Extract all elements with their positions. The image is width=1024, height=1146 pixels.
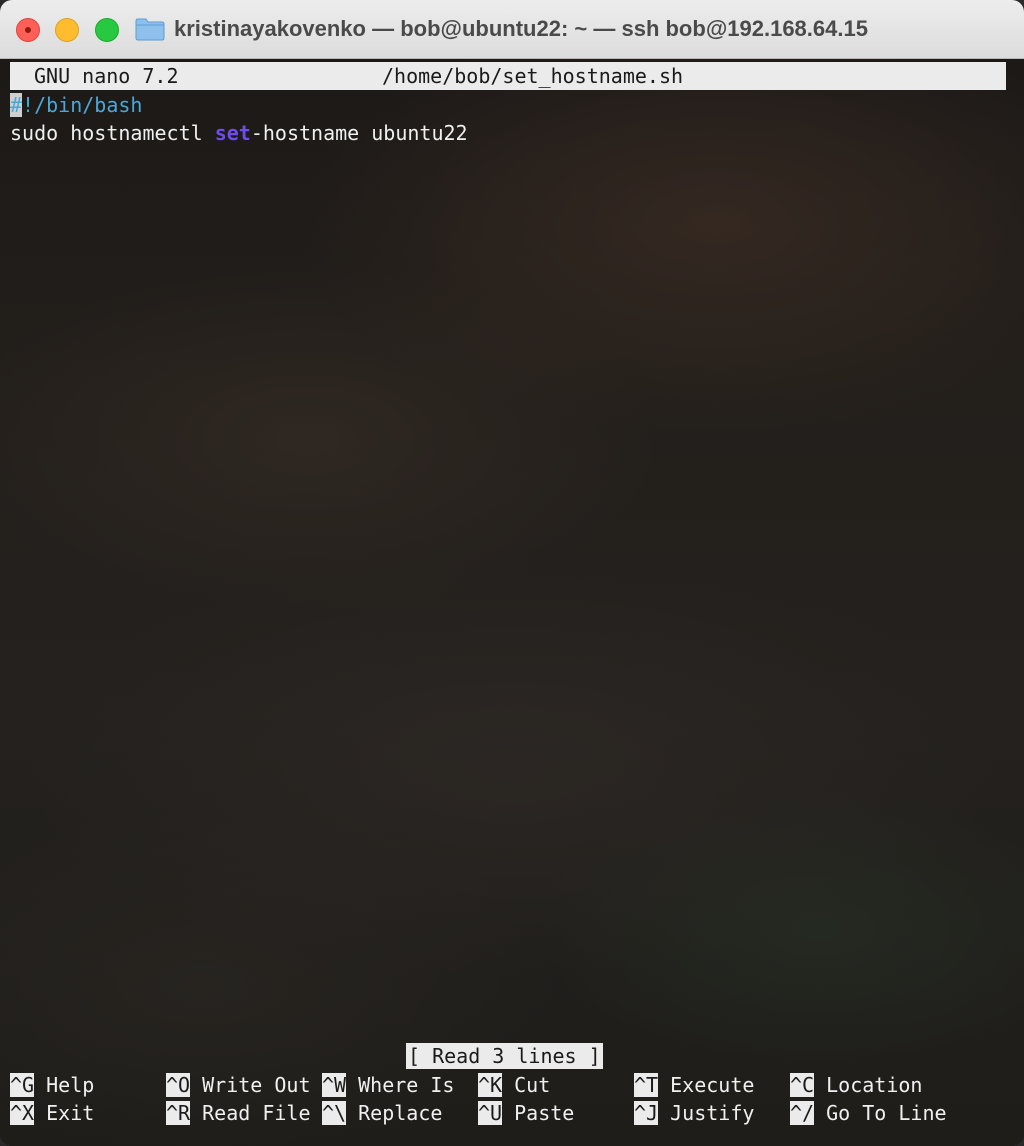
- shortcut-execute[interactable]: ^T Execute: [634, 1071, 754, 1099]
- shortcut-key: ^K: [478, 1073, 503, 1097]
- text-cursor: #: [10, 93, 23, 117]
- shortcut-label: Where Is: [358, 1073, 455, 1097]
- shortcut-label: Write Out: [202, 1073, 311, 1097]
- shortcut-label: Cut: [514, 1073, 551, 1097]
- shortcut-go-to-line[interactable]: ^/ Go To Line: [790, 1099, 947, 1127]
- shortcut-paste[interactable]: ^U Paste: [478, 1099, 574, 1127]
- shortcut-cut[interactable]: ^K Cut: [478, 1071, 550, 1099]
- shortcut-key: ^G: [10, 1073, 35, 1097]
- shortcut-key: ^J: [634, 1101, 659, 1125]
- window-title: kristinayakovenko — bob@ubuntu22: ~ — ss…: [174, 16, 868, 41]
- shortcut-label: Help: [46, 1073, 95, 1097]
- shortcut-label: Justify: [670, 1101, 755, 1125]
- shebang-text: !/bin/bash: [22, 93, 143, 117]
- minimize-window-button[interactable]: [55, 18, 79, 42]
- zoom-window-button[interactable]: [95, 18, 119, 42]
- shortcut-justify[interactable]: ^J Justify: [634, 1099, 754, 1127]
- shortcut-read-file[interactable]: ^R Read File: [166, 1099, 311, 1127]
- shortcut-exit[interactable]: ^X Exit: [10, 1099, 94, 1127]
- shortcut-label: Location: [826, 1073, 923, 1097]
- shortcut-label: Read File: [202, 1101, 311, 1125]
- nano-version: GNU nano 7.2: [34, 64, 179, 88]
- editor-line-1[interactable]: #!/bin/bash: [10, 91, 142, 119]
- folder-icon: [135, 18, 165, 41]
- shortcut-label: Paste: [514, 1101, 575, 1125]
- status-message: [ Read 3 lines ]: [406, 1043, 603, 1069]
- nano-title-bar: GNU nano 7.2 /home/bob/set_hostname.sh: [10, 62, 1006, 90]
- shortcut-label: Replace: [358, 1101, 443, 1125]
- shortcut-key: ^C: [790, 1073, 815, 1097]
- close-window-button[interactable]: [16, 18, 40, 42]
- command-suffix: -hostname ubuntu22: [250, 121, 468, 145]
- shortcut-where-is[interactable]: ^W Where Is: [322, 1071, 454, 1099]
- editor-line-2[interactable]: sudo hostnamectl set-hostname ubuntu22: [10, 119, 468, 147]
- shortcut-key: ^U: [478, 1101, 503, 1125]
- shortcut-key: ^O: [166, 1073, 191, 1097]
- shortcut-label: Execute: [670, 1073, 755, 1097]
- title-bar[interactable]: kristinayakovenko — bob@ubuntu22: ~ — ss…: [0, 0, 1024, 59]
- terminal-content[interactable]: GNU nano 7.2 /home/bob/set_hostname.sh #…: [0, 59, 1024, 1146]
- shortcut-key: ^/: [790, 1101, 815, 1125]
- shortcut-write-out[interactable]: ^O Write Out: [166, 1071, 311, 1099]
- command-keyword: set: [214, 121, 251, 145]
- shortcut-key: ^W: [322, 1073, 347, 1097]
- shortcut-location[interactable]: ^C Location: [790, 1071, 922, 1099]
- shortcut-key: ^X: [10, 1101, 35, 1125]
- terminal-window: kristinayakovenko — bob@ubuntu22: ~ — ss…: [0, 0, 1024, 1146]
- shortcut-key: ^T: [634, 1073, 659, 1097]
- shortcut-label: Exit: [46, 1101, 95, 1125]
- shortcut-replace[interactable]: ^\ Replace: [322, 1099, 442, 1127]
- shortcut-key: ^\: [322, 1101, 347, 1125]
- shortcut-label: Go To Line: [826, 1101, 947, 1125]
- shortcut-help[interactable]: ^G Help: [10, 1071, 94, 1099]
- shortcut-key: ^R: [166, 1101, 191, 1125]
- file-path: /home/bob/set_hostname.sh: [382, 64, 684, 88]
- command-prefix: sudo hostnamectl: [10, 121, 215, 145]
